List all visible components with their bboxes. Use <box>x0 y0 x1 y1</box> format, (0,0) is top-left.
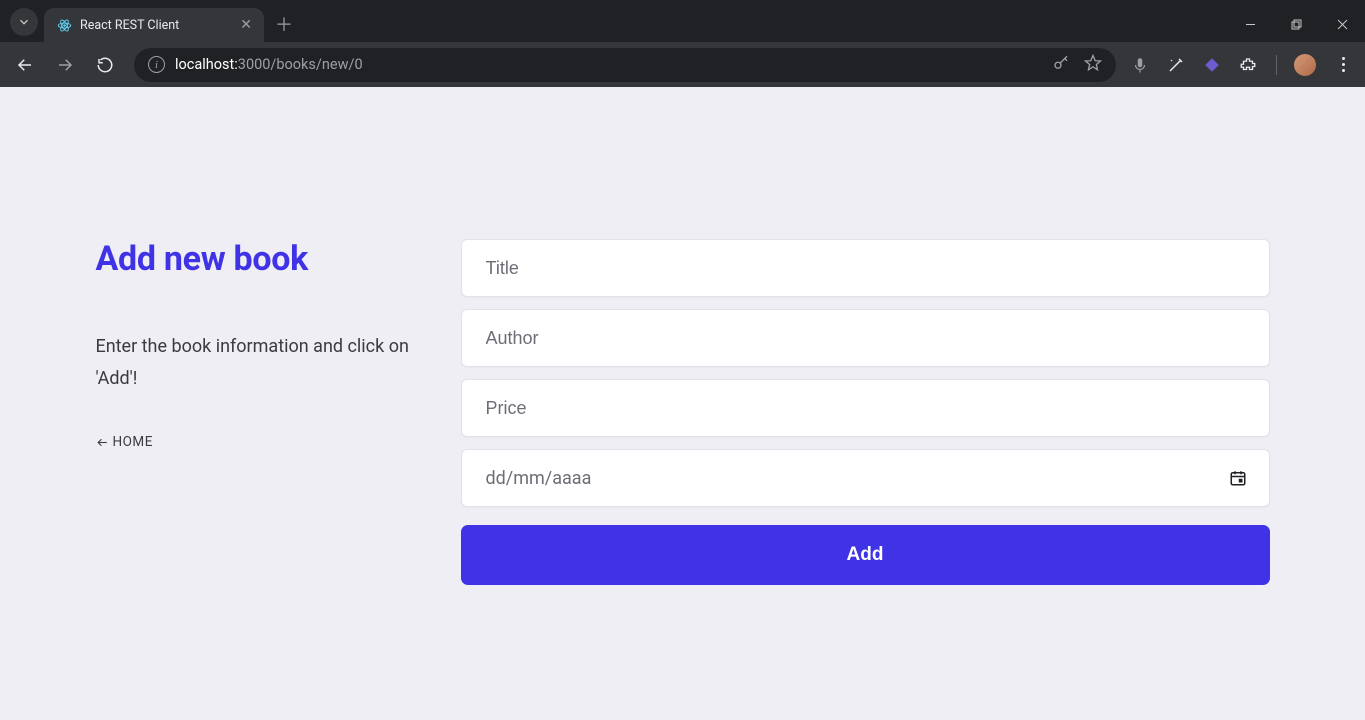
extension-diamond-icon[interactable] <box>1200 53 1224 77</box>
title-input[interactable] <box>461 239 1270 297</box>
price-input[interactable] <box>461 379 1270 437</box>
calendar-icon[interactable] <box>1229 469 1247 487</box>
extensions-puzzle-icon[interactable] <box>1236 53 1260 77</box>
toolbar-row: i localhost:3000/books/new/0 <box>0 42 1365 87</box>
author-input[interactable] <box>461 309 1270 367</box>
browser-chrome: React REST Client ✕ ＋ <box>0 0 1365 87</box>
window-minimize-button[interactable] <box>1227 8 1273 40</box>
toolbar-divider <box>1276 55 1277 75</box>
nav-back-button[interactable] <box>8 48 42 82</box>
extension-wand-icon[interactable] <box>1164 53 1188 77</box>
tab-search-dropdown[interactable] <box>10 8 38 36</box>
left-column: Add new book Enter the book information … <box>96 239 461 585</box>
add-button[interactable]: Add <box>461 525 1270 585</box>
page-heading: Add new book <box>96 239 441 279</box>
tab-title: React REST Client <box>80 18 179 33</box>
arrow-left-icon <box>96 436 109 449</box>
new-tab-button[interactable]: ＋ <box>270 10 298 38</box>
tab-active[interactable]: React REST Client ✕ <box>44 8 264 42</box>
page-content: Add new book Enter the book information … <box>96 87 1270 585</box>
book-form: dd/mm/aaaa Add <box>461 239 1270 585</box>
site-info-icon[interactable]: i <box>148 56 165 73</box>
home-link-label: HOME <box>113 434 153 450</box>
window-controls <box>1227 8 1365 42</box>
page-viewport: Add new book Enter the book information … <box>0 87 1365 720</box>
nav-reload-button[interactable] <box>88 48 122 82</box>
date-placeholder-text: dd/mm/aaaa <box>486 468 592 489</box>
page-description: Enter the book information and click on … <box>96 331 441 394</box>
bookmark-star-icon[interactable] <box>1084 54 1102 76</box>
tabs-row: React REST Client ✕ ＋ <box>0 0 1365 42</box>
tab-close-icon[interactable]: ✕ <box>240 18 252 32</box>
extension-icons <box>1128 48 1357 82</box>
nav-forward-button[interactable] <box>48 48 82 82</box>
home-link[interactable]: HOME <box>96 434 153 450</box>
url-text: localhost:3000/books/new/0 <box>175 56 363 73</box>
react-favicon-icon <box>56 17 72 33</box>
window-close-button[interactable] <box>1319 8 1365 40</box>
extension-mic-icon[interactable] <box>1128 53 1152 77</box>
date-input[interactable]: dd/mm/aaaa <box>461 449 1270 507</box>
window-maximize-button[interactable] <box>1273 8 1319 40</box>
profile-avatar[interactable] <box>1293 53 1317 77</box>
address-bar[interactable]: i localhost:3000/books/new/0 <box>134 48 1116 82</box>
browser-menu-button[interactable] <box>1329 48 1357 82</box>
password-key-icon[interactable] <box>1052 54 1070 76</box>
